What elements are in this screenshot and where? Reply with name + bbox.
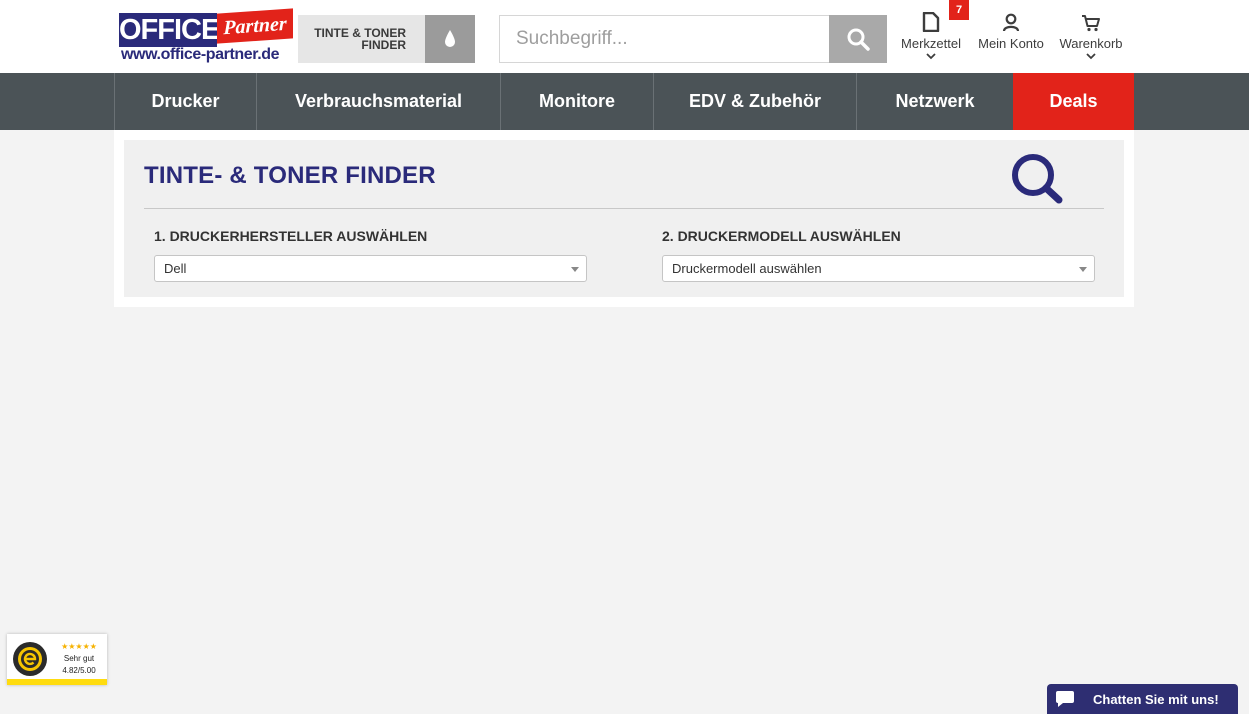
- ink-toner-finder-button[interactable]: TINTE & TONER FINDER: [298, 15, 475, 63]
- rating-score: 4.82/5.00: [62, 666, 96, 675]
- office-partner-logo[interactable]: OFFICE Partner www.office-partner.de: [119, 8, 293, 67]
- cart-icon: [1056, 10, 1126, 32]
- logo-url-text: www.office-partner.de: [121, 46, 280, 63]
- search-input[interactable]: [500, 16, 830, 62]
- nav-item-monitore[interactable]: Monitore: [500, 73, 653, 130]
- wishlist-label: Merkzettel: [901, 36, 961, 51]
- wishlist-count-badge: 7: [949, 0, 969, 20]
- main-navigation: Drucker Verbrauchsmaterial Monitore EDV …: [0, 73, 1249, 130]
- cart-button[interactable]: Warenkorb: [1056, 10, 1126, 60]
- ink-drop-icon: [425, 15, 475, 63]
- chat-bubble-icon: [1047, 684, 1083, 714]
- nav-item-deals[interactable]: Deals: [1013, 73, 1134, 130]
- user-icon: [974, 10, 1048, 32]
- model-label: 2. DRUCKERMODELL AUSWÄHLEN: [662, 228, 901, 244]
- model-select[interactable]: Druckermodell auswählen: [662, 255, 1095, 282]
- magnifier-icon: [1010, 152, 1066, 211]
- rating-text: Sehr gut: [63, 654, 95, 663]
- search-button[interactable]: [829, 15, 887, 63]
- ink-toner-finder-panel: TINTE- & TONER FINDER 1. DRUCKERHERSTELL…: [124, 140, 1124, 297]
- search-icon: [847, 28, 870, 51]
- trusted-shops-seal-icon: [12, 641, 48, 677]
- divider: [144, 208, 1104, 209]
- chat-label: Chatten Sie mit uns!: [1093, 691, 1219, 707]
- rating-stars: ★★★★★: [61, 642, 97, 651]
- chevron-down-icon: [1056, 53, 1126, 60]
- model-selected-value: Druckermodell auswählen: [672, 261, 822, 276]
- finder-title: TINTE- & TONER FINDER: [144, 162, 436, 189]
- dropdown-arrow-icon: [1079, 267, 1087, 272]
- chat-button[interactable]: Chatten Sie mit uns!: [1047, 684, 1238, 714]
- nav-item-edv-zubehoer[interactable]: EDV & Zubehör: [653, 73, 856, 130]
- dropdown-arrow-icon: [571, 267, 579, 272]
- search-bar: [499, 15, 887, 63]
- nav-item-verbrauchsmaterial[interactable]: Verbrauchsmaterial: [256, 73, 500, 130]
- trusted-shops-badge[interactable]: ★★★★★ Sehr gut 4.82/5.00: [7, 634, 107, 685]
- cart-label: Warenkorb: [1059, 36, 1123, 51]
- finder-button-line2: FINDER: [361, 38, 406, 52]
- nav-item-netzwerk[interactable]: Netzwerk: [856, 73, 1013, 130]
- content-area: TINTE- & TONER FINDER 1. DRUCKERHERSTELL…: [114, 130, 1134, 307]
- chevron-down-icon: [896, 53, 966, 60]
- logo-partner-text: Partner: [217, 8, 293, 44]
- badge-accent-bar: [7, 679, 107, 685]
- nav-item-drucker[interactable]: Drucker: [114, 73, 256, 130]
- manufacturer-label: 1. DRUCKERHERSTELLER AUSWÄHLEN: [154, 228, 428, 244]
- logo-office-text: OFFICE: [119, 13, 220, 47]
- site-header: OFFICE Partner www.office-partner.de TIN…: [0, 0, 1249, 73]
- manufacturer-select[interactable]: Dell: [154, 255, 587, 282]
- account-label: Mein Konto: [978, 36, 1044, 51]
- manufacturer-selected-value: Dell: [164, 261, 187, 276]
- account-button[interactable]: Mein Konto: [974, 10, 1048, 51]
